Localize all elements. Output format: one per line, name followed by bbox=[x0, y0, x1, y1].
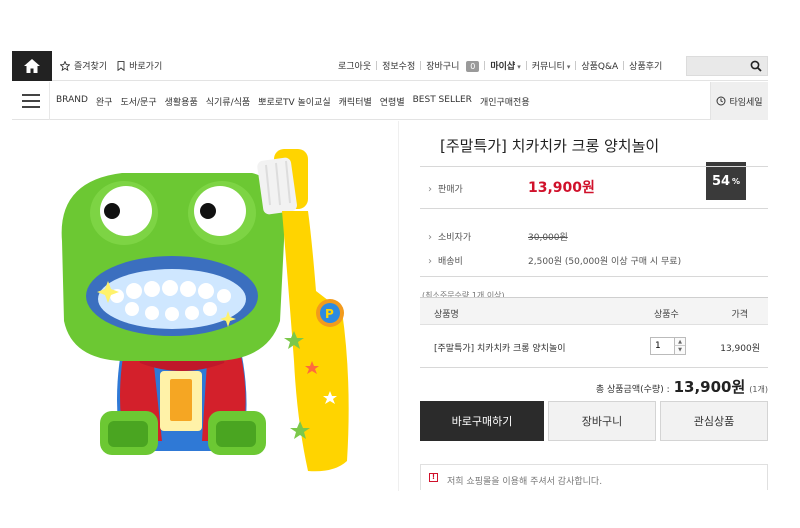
discount-badge: 54% bbox=[706, 162, 746, 200]
product-title: [주말특가] 치카치카 크롱 양치놀이 bbox=[440, 137, 660, 155]
nav-item-living[interactable]: 생활용품 bbox=[165, 95, 198, 108]
total-label: 총 상품금액(수량) : bbox=[595, 385, 670, 395]
shortcut-link[interactable]: 바로가기 bbox=[117, 59, 162, 72]
myshop-label: 마이샵 bbox=[490, 62, 516, 72]
star-icon bbox=[60, 60, 70, 71]
logout-link[interactable]: 로그아웃 bbox=[338, 59, 371, 72]
clock-icon bbox=[716, 96, 726, 106]
divider bbox=[420, 166, 768, 167]
cart-link[interactable]: 장바구니 0 bbox=[426, 59, 480, 72]
nav-item-brand[interactable]: BRAND bbox=[56, 95, 88, 108]
add-to-cart-button[interactable]: 장바구니 bbox=[548, 401, 656, 441]
notice-box: ! 저희 쇼핑몰을 이용해 주셔서 감사합니다. bbox=[420, 464, 768, 490]
notice-text: 저희 쇼핑몰을 이용해 주셔서 감사합니다. bbox=[447, 477, 603, 487]
column-header-name: 상품명 bbox=[434, 310, 459, 320]
option-price: 13,900원 bbox=[720, 344, 760, 354]
nav-item-best-seller[interactable]: BEST SELLER bbox=[413, 95, 472, 108]
buy-now-button[interactable]: 바로구매하기 bbox=[420, 401, 544, 441]
search-input[interactable] bbox=[687, 57, 747, 75]
bookmark-label: 즐겨찾기 bbox=[74, 62, 108, 72]
community-label: 커뮤니티 bbox=[531, 62, 565, 72]
discount-unit: % bbox=[732, 176, 741, 186]
divider bbox=[525, 61, 527, 70]
nav-item-character[interactable]: 캐릭터별 bbox=[339, 95, 372, 108]
options-table-header: 상품명 상품수 가격 bbox=[420, 297, 768, 325]
divider bbox=[376, 61, 378, 70]
divider bbox=[623, 61, 625, 70]
divider bbox=[398, 121, 399, 491]
sale-price: 13,900원 bbox=[528, 180, 595, 196]
warning-icon: ! bbox=[429, 473, 438, 482]
nav-item-age[interactable]: 연령별 bbox=[380, 95, 405, 108]
myshop-menu[interactable]: 마이샵 ▾ bbox=[490, 59, 520, 72]
bookmark-link[interactable]: 즐겨찾기 bbox=[60, 59, 107, 72]
msrp-value: 30,000원 bbox=[528, 233, 568, 243]
shipping-value: 2,500원 (50,000원 이상 구매 시 무료) bbox=[528, 257, 682, 267]
discount-value: 54 bbox=[711, 173, 731, 189]
hamburger-menu-icon[interactable] bbox=[12, 82, 50, 120]
nav-item-personal[interactable]: 개인구매전용 bbox=[480, 95, 530, 108]
product-review-link[interactable]: 상품후기 bbox=[629, 59, 662, 72]
column-header-price: 가격 bbox=[731, 310, 748, 320]
total-count: (1개) bbox=[749, 385, 768, 394]
product-image[interactable]: P bbox=[12, 121, 398, 491]
product-qa-link[interactable]: 상품Q&A bbox=[581, 59, 618, 72]
shortcut-label: 바로가기 bbox=[129, 62, 163, 72]
home-button[interactable] bbox=[12, 51, 52, 81]
caret-down-icon: ▾ bbox=[517, 63, 521, 71]
svg-text:P: P bbox=[325, 307, 334, 321]
nav-item-tableware[interactable]: 식기류/식품 bbox=[206, 95, 250, 108]
wishlist-button[interactable]: 관심상품 bbox=[660, 401, 768, 441]
column-header-qty: 상품수 bbox=[654, 310, 679, 320]
msrp-label: 소비자가 bbox=[428, 230, 471, 243]
cart-link-label: 장바구니 bbox=[426, 62, 460, 72]
total-amount: 13,900원 bbox=[673, 378, 746, 396]
search-box bbox=[686, 56, 768, 76]
top-utility-bar: 즐겨찾기 바로가기 로그아웃 정보수정 장바구니 0 마이샵 ▾ 커뮤니티 ▾ 상품… bbox=[12, 51, 768, 81]
divider bbox=[484, 61, 486, 70]
quantity-down-icon[interactable]: ▼ bbox=[674, 346, 685, 354]
divider bbox=[575, 61, 577, 70]
nav-item-toys[interactable]: 완구 bbox=[96, 95, 113, 108]
timesale-label: 타임세일 bbox=[729, 97, 763, 108]
nav-item-books[interactable]: 도서/문구 bbox=[120, 95, 156, 108]
bookmark-icon bbox=[117, 60, 125, 71]
cart-count-badge: 0 bbox=[466, 61, 480, 72]
divider bbox=[420, 276, 768, 277]
search-icon[interactable] bbox=[750, 60, 762, 72]
price-label: 판매가 bbox=[428, 182, 463, 195]
table-row: [주말특가] 치카치카 크롱 양치놀이 ▲ ▼ 13,900원 bbox=[420, 326, 768, 368]
quantity-input[interactable] bbox=[651, 338, 675, 354]
shipping-label: 배송비 bbox=[428, 254, 463, 267]
home-icon bbox=[24, 59, 40, 73]
timesale-button[interactable]: 타임세일 bbox=[710, 82, 768, 120]
total-price: 총 상품금액(수량) : 13,900원 (1개) bbox=[596, 376, 768, 397]
category-nav: BRAND 완구 도서/문구 생활용품 식기류/식품 뽀로로TV 놀이교실 캐릭… bbox=[12, 82, 768, 120]
divider bbox=[420, 61, 422, 70]
caret-down-icon: ▾ bbox=[566, 63, 571, 71]
quantity-up-icon[interactable]: ▲ bbox=[674, 338, 685, 346]
quantity-stepper: ▲ ▼ bbox=[650, 337, 686, 355]
option-name: [주말특가] 치카치카 크롱 양치놀이 bbox=[434, 344, 566, 354]
min-order-note: (최소주문수량 1개 이상) bbox=[422, 291, 505, 297]
edit-info-link[interactable]: 정보수정 bbox=[382, 59, 415, 72]
nav-item-pororo-tv[interactable]: 뽀로로TV 놀이교실 bbox=[258, 95, 330, 108]
divider bbox=[420, 208, 768, 209]
community-menu[interactable]: 커뮤니티 ▾ bbox=[532, 59, 571, 72]
